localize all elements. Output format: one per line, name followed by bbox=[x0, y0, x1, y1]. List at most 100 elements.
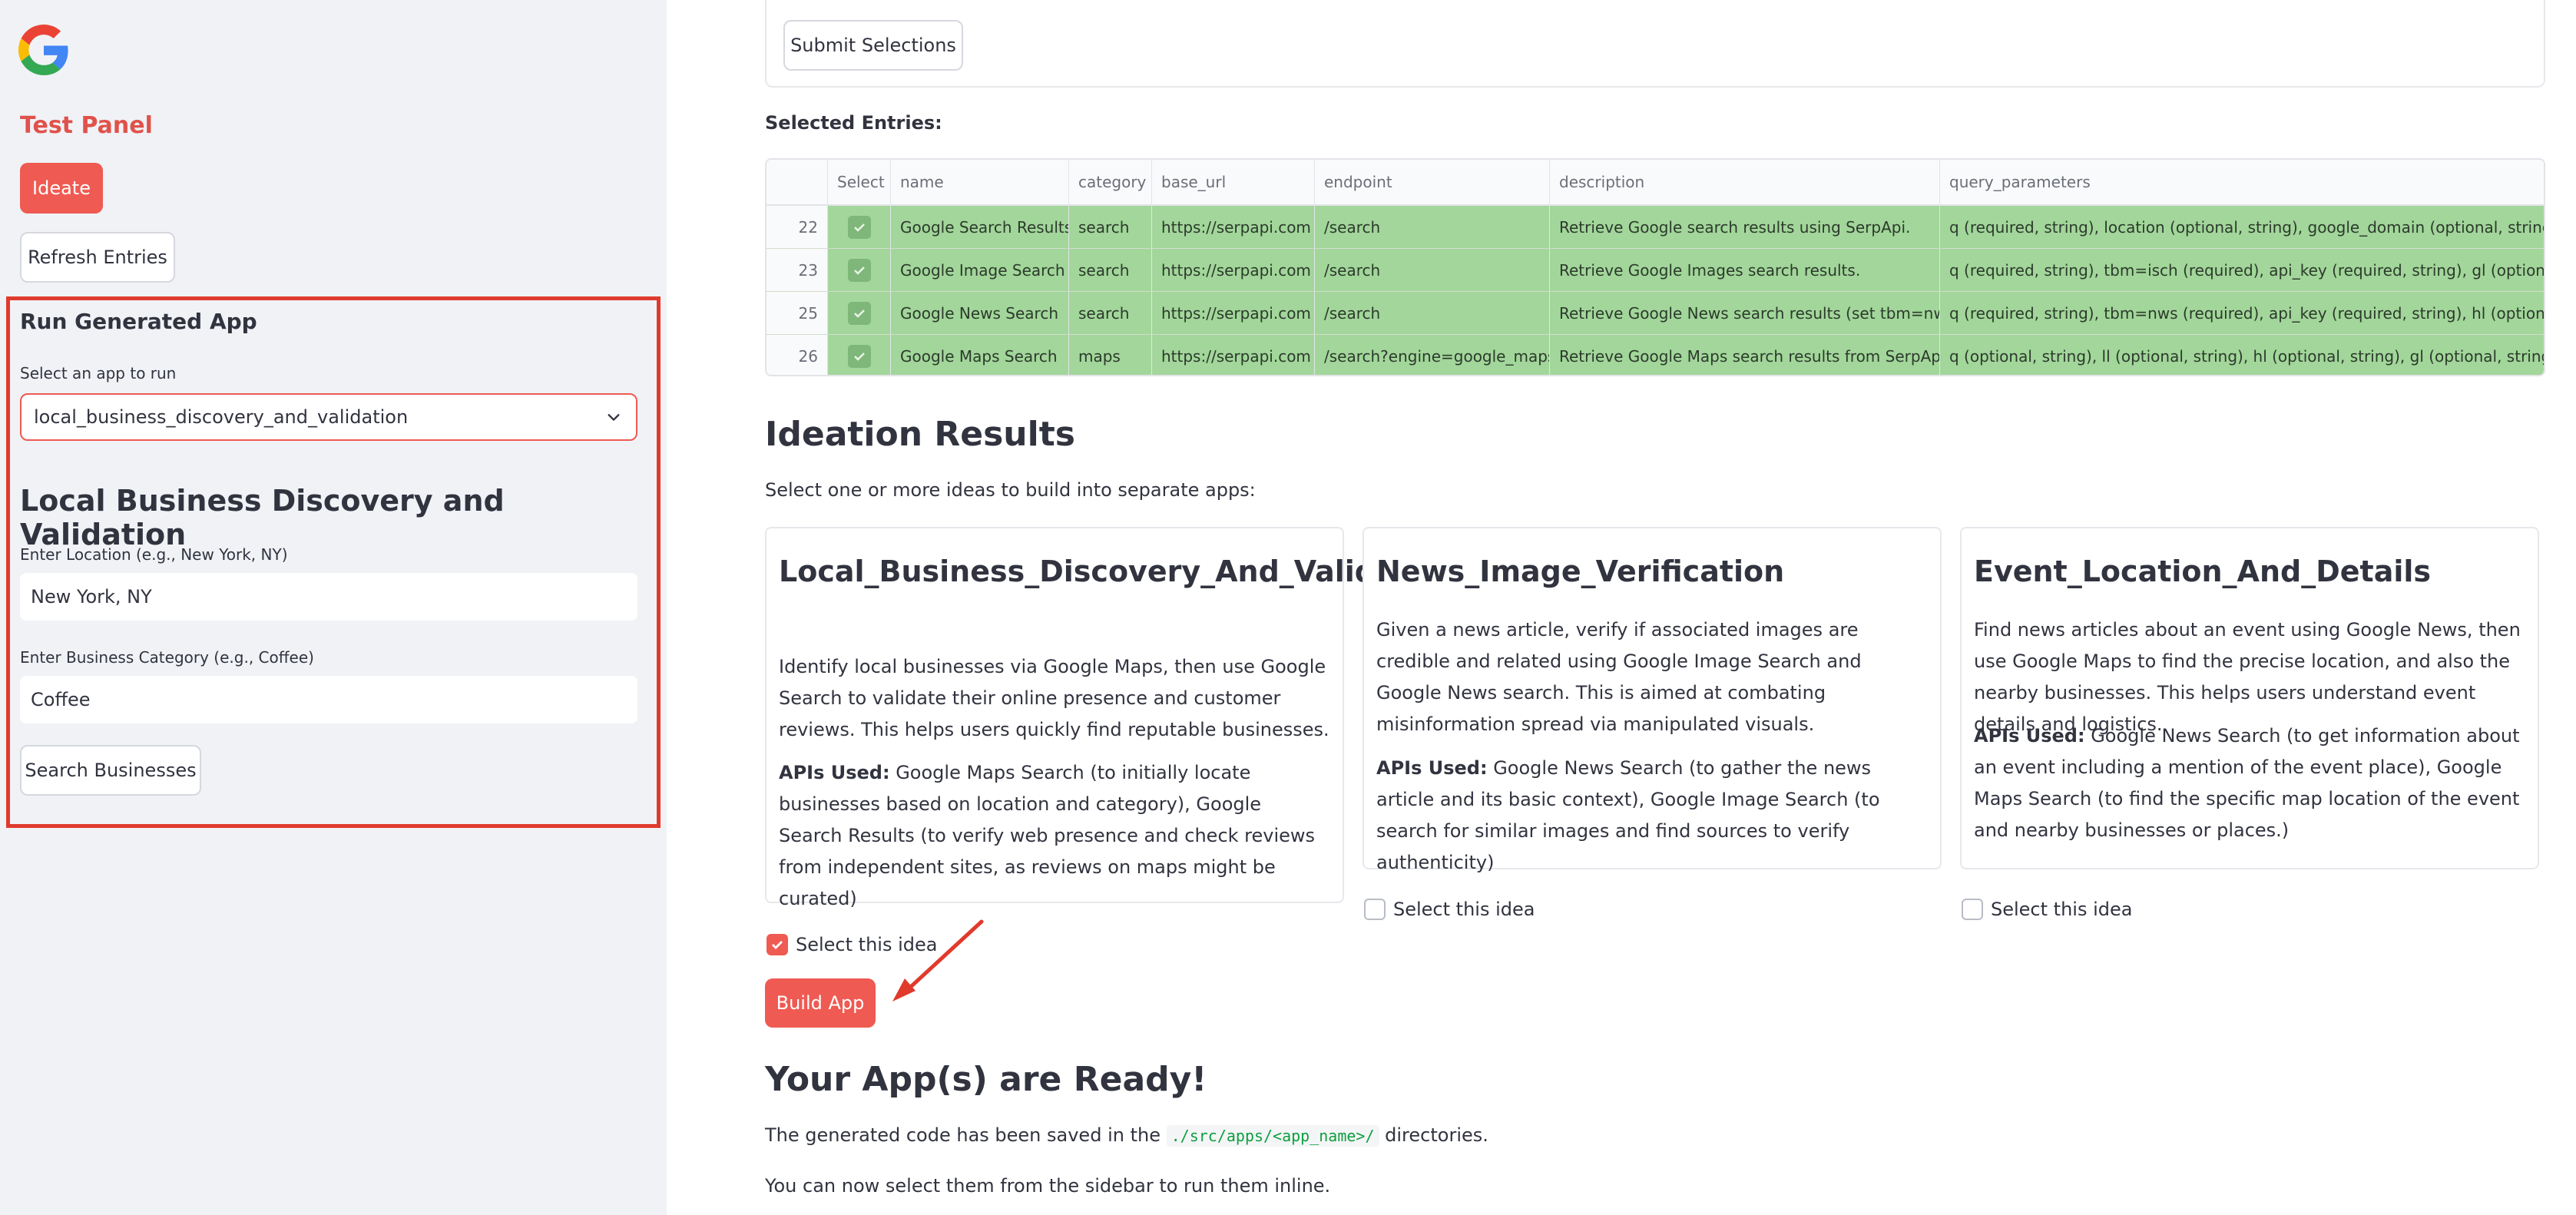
check-icon bbox=[853, 353, 865, 361]
cell-query-parameters: q (optional, string), ll (optional, stri… bbox=[1940, 335, 2544, 375]
check-icon bbox=[853, 266, 865, 275]
select-idea-label[interactable]: Select this idea bbox=[1393, 899, 1535, 920]
row-checkbox[interactable] bbox=[847, 215, 871, 239]
cell-base-url: https://serpapi.com bbox=[1152, 335, 1315, 375]
row-index: 22 bbox=[767, 206, 828, 248]
sidebar: Test Panel Ideate Refresh Entries Run Ge… bbox=[0, 0, 667, 1215]
idea-title: Local_Business_Discovery_And_Validation bbox=[779, 555, 1460, 588]
saved-text-pre: The generated code has been saved in the bbox=[765, 1124, 1161, 1146]
ideation-subtitle: Select one or more ideas to build into s… bbox=[765, 479, 1256, 501]
row-checkbox[interactable] bbox=[847, 258, 871, 282]
location-input[interactable]: New York, NY bbox=[20, 573, 637, 621]
table-row[interactable]: 23 Google Image Search search https://se… bbox=[767, 249, 2544, 292]
select-idea-checkbox[interactable] bbox=[1962, 899, 1983, 920]
apis-used-text: Google Maps Search (to initially locate … bbox=[779, 762, 1316, 909]
cell-query-parameters: q (required, string), tbm=nws (required)… bbox=[1940, 292, 2544, 334]
idea-title: Event_Location_And_Details bbox=[1974, 555, 2432, 588]
ideate-button[interactable]: Ideate bbox=[20, 163, 103, 214]
cell-endpoint: /search bbox=[1315, 292, 1550, 334]
idea-description: Given a news article, verify if associat… bbox=[1376, 619, 1862, 735]
sidebar-hint: You can now select them from the sidebar… bbox=[765, 1175, 1331, 1197]
selected-entries-title: Selected Entries: bbox=[765, 112, 942, 134]
idea-card: News_Image_Verification Given a news art… bbox=[1362, 527, 1942, 873]
row-select-cell[interactable] bbox=[828, 206, 891, 248]
search-businesses-button[interactable]: Search Businesses bbox=[20, 745, 201, 796]
selected-entries-table: Select name category base_url endpoint d… bbox=[765, 158, 2545, 376]
header-select[interactable]: Select bbox=[828, 160, 891, 204]
build-app-button[interactable]: Build App bbox=[765, 978, 876, 1028]
row-select-cell[interactable] bbox=[828, 335, 891, 375]
app-select-value: local_business_discovery_and_validation bbox=[34, 406, 409, 428]
cell-category: search bbox=[1069, 292, 1152, 334]
submit-selections-button[interactable]: Submit Selections bbox=[783, 20, 963, 71]
row-checkbox[interactable] bbox=[847, 301, 871, 325]
header-query-parameters[interactable]: query_parameters bbox=[1940, 160, 2544, 204]
cell-endpoint: /search?engine=google_maps bbox=[1315, 335, 1550, 375]
cell-description: Retrieve Google Images search results. bbox=[1550, 249, 1940, 291]
table-row[interactable]: 22 Google Search Results search https://… bbox=[767, 206, 2544, 249]
idea-apis: APIs Used: Google News Search (to gather… bbox=[1376, 753, 1928, 879]
category-label: Enter Business Category (e.g., Coffee) bbox=[20, 648, 314, 667]
row-index: 23 bbox=[767, 249, 828, 291]
ready-title: Your App(s) are Ready! bbox=[765, 1060, 1207, 1099]
saved-text: The generated code has been saved in the… bbox=[765, 1124, 1488, 1147]
selection-form bbox=[765, 0, 2545, 88]
cell-base-url: https://serpapi.com bbox=[1152, 249, 1315, 291]
cell-query-parameters: q (required, string), tbm=isch (required… bbox=[1940, 249, 2544, 291]
annotation-arrow-icon bbox=[892, 919, 984, 1001]
category-input[interactable]: Coffee bbox=[20, 676, 637, 723]
table-row[interactable]: 26 Google Maps Search maps https://serpa… bbox=[767, 335, 2544, 375]
select-app-label: Select an app to run bbox=[20, 364, 177, 382]
cell-name: Google Maps Search bbox=[891, 335, 1069, 375]
refresh-entries-button[interactable]: Refresh Entries bbox=[20, 232, 175, 283]
cell-name: Google Image Search bbox=[891, 249, 1069, 291]
select-idea-checkbox[interactable] bbox=[767, 934, 788, 955]
location-label: Enter Location (e.g., New York, NY) bbox=[20, 545, 288, 564]
check-icon bbox=[772, 941, 783, 949]
row-select-cell[interactable] bbox=[828, 292, 891, 334]
select-idea-label[interactable]: Select this idea bbox=[1991, 899, 2132, 920]
cell-category: maps bbox=[1069, 335, 1152, 375]
header-endpoint[interactable]: endpoint bbox=[1315, 160, 1550, 204]
cell-base-url: https://serpapi.com bbox=[1152, 292, 1315, 334]
google-logo-icon bbox=[18, 25, 68, 75]
app-select[interactable]: local_business_discovery_and_validation bbox=[20, 393, 637, 441]
saved-path: ./src/apps/<app_name>/ bbox=[1166, 1125, 1379, 1147]
app-title: Local Business Discovery and Validation bbox=[20, 484, 505, 551]
row-index: 26 bbox=[767, 335, 828, 375]
header-name[interactable]: name bbox=[891, 160, 1069, 204]
idea-title: News_Image_Verification bbox=[1376, 555, 1785, 588]
apis-used-label: APIs Used: bbox=[1376, 757, 1488, 779]
idea-card: Local_Business_Discovery_And_Validation … bbox=[765, 527, 1460, 909]
cell-category: search bbox=[1069, 206, 1152, 248]
main-content: Submit Selections Selected Entries: Sele… bbox=[667, 0, 2576, 1215]
saved-text-post: directories. bbox=[1385, 1124, 1488, 1146]
header-index bbox=[767, 160, 828, 204]
idea-description: Identify local businesses via Google Map… bbox=[779, 656, 1329, 740]
header-description[interactable]: description bbox=[1550, 160, 1940, 204]
ideation-title: Ideation Results bbox=[765, 415, 1075, 454]
cell-base-url: https://serpapi.com bbox=[1152, 206, 1315, 248]
row-index: 25 bbox=[767, 292, 828, 334]
cell-description: Retrieve Google Maps search results from… bbox=[1550, 335, 1940, 375]
cell-query-parameters: q (required, string), location (optional… bbox=[1940, 206, 2544, 248]
run-app-title: Run Generated App bbox=[20, 309, 257, 334]
check-icon bbox=[853, 309, 865, 318]
apis-used-label: APIs Used: bbox=[779, 762, 890, 783]
header-base-url[interactable]: base_url bbox=[1152, 160, 1315, 204]
select-idea-checkbox[interactable] bbox=[1364, 899, 1386, 920]
panel-title: Test Panel bbox=[20, 112, 153, 139]
check-icon bbox=[853, 223, 865, 232]
cell-endpoint: /search bbox=[1315, 206, 1550, 248]
cell-category: search bbox=[1069, 249, 1152, 291]
row-checkbox[interactable] bbox=[847, 345, 871, 368]
table-row[interactable]: 25 Google News Search search https://ser… bbox=[767, 292, 2544, 335]
table-header: Select name category base_url endpoint d… bbox=[767, 160, 2544, 206]
header-category[interactable]: category bbox=[1069, 160, 1152, 204]
cell-name: Google Search Results bbox=[891, 206, 1069, 248]
cell-description: Retrieve Google News search results (set… bbox=[1550, 292, 1940, 334]
chevron-down-icon bbox=[608, 414, 620, 421]
idea-card: Event_Location_And_Details Find news art… bbox=[1960, 527, 2539, 869]
row-select-cell[interactable] bbox=[828, 249, 891, 291]
idea-apis: APIs Used: Google News Search (to get in… bbox=[1974, 720, 2525, 846]
